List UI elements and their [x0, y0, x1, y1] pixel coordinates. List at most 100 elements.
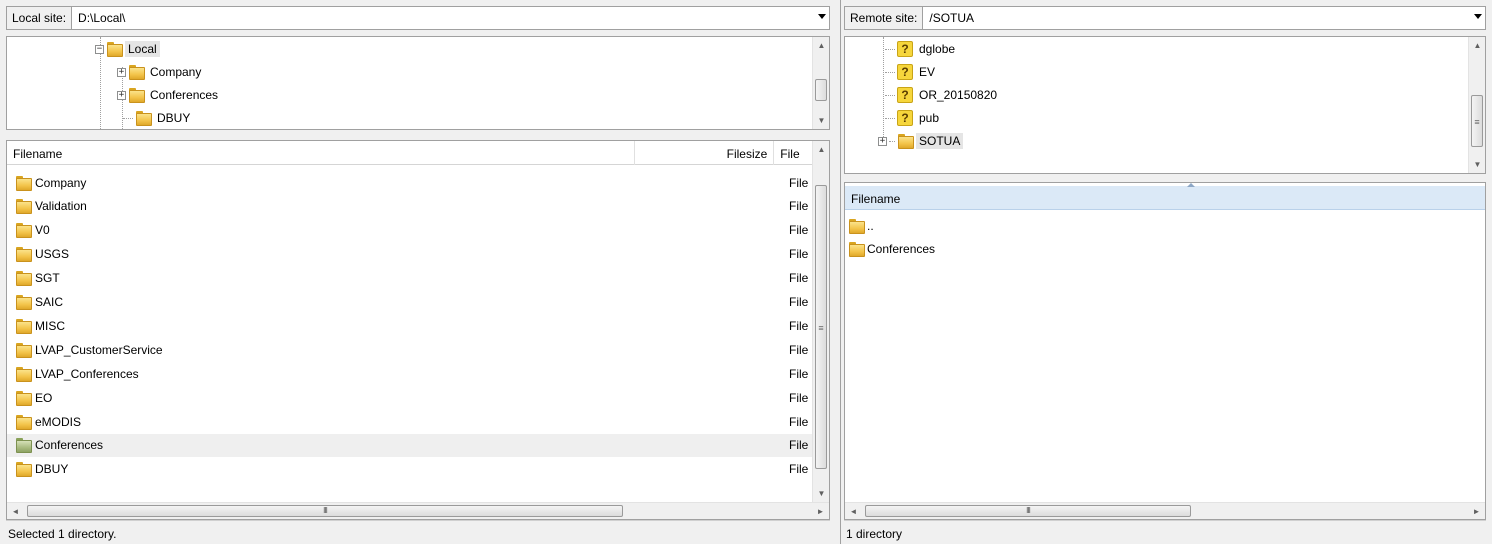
scroll-down-icon[interactable]: ▼: [813, 112, 829, 129]
file-name-cell: LVAP_Conferences: [7, 366, 139, 382]
tree-item-label: SOTUA: [916, 133, 964, 149]
table-row[interactable]: MISC File: [7, 314, 819, 337]
table-row[interactable]: EO File: [7, 386, 819, 409]
folder-icon: [15, 438, 32, 454]
file-name: MISC: [35, 318, 65, 333]
scroll-up-icon[interactable]: ▲: [1469, 37, 1485, 54]
file-name: EO: [35, 390, 53, 405]
folder-icon: [15, 295, 32, 310]
scroll-thumb[interactable]: III: [27, 505, 623, 517]
tree-item-dbuy[interactable]: DBUY: [123, 107, 193, 129]
local-directory-tree[interactable]: − Local + Company + Conferences DBUY ▲ ▼: [6, 36, 830, 130]
scroll-thumb[interactable]: ≡: [815, 185, 827, 469]
table-row[interactable]: Validation File: [7, 195, 819, 218]
grip-icon: ≡: [818, 323, 824, 333]
expand-icon[interactable]: +: [117, 67, 126, 77]
scroll-up-icon[interactable]: ▲: [813, 37, 829, 54]
folder-icon: [15, 414, 32, 430]
file-name: LVAP_CustomerService: [35, 342, 163, 357]
scroll-down-icon[interactable]: ▼: [1469, 156, 1485, 173]
table-row[interactable]: LVAP_Conferences File: [7, 362, 819, 385]
tree-item-label: Local: [125, 41, 160, 57]
file-name-cell: MISC: [7, 318, 65, 334]
remote-site-path-combo[interactable]: /SOTUA: [923, 6, 1486, 30]
local-site-path-value: D:\Local\: [78, 11, 126, 25]
local-list-hscrollbar[interactable]: ◄ III ►: [7, 502, 829, 519]
table-row[interactable]: LVAP_CustomerService File: [7, 338, 819, 361]
tree-connector: [885, 94, 895, 96]
local-list-vscrollbar[interactable]: ▲ ≡ ▼: [812, 141, 829, 502]
scroll-thumb[interactable]: III: [865, 505, 1191, 517]
scroll-right-icon[interactable]: ►: [812, 503, 829, 519]
table-row[interactable]: SGT File: [7, 267, 819, 290]
column-header-filesize[interactable]: Filesize: [635, 141, 775, 165]
table-row[interactable]: Conferences: [845, 237, 1485, 260]
scroll-up-icon[interactable]: ▲: [813, 141, 829, 158]
tree-item-dglobe[interactable]: ? dglobe: [885, 38, 958, 60]
remote-file-list[interactable]: Filename .. Conferences ◄ III ►: [844, 182, 1486, 520]
table-row[interactable]: Company File: [7, 171, 819, 194]
file-name-cell: Conferences: [7, 438, 104, 454]
remote-directory-tree[interactable]: ? dglobe ? EV ? OR_20150820 ? pub + SOTU…: [844, 36, 1486, 174]
tree-item-pub[interactable]: ? pub: [885, 107, 942, 129]
tree-connector: [885, 71, 895, 73]
scroll-left-icon[interactable]: ◄: [845, 503, 862, 519]
local-tree-vscrollbar[interactable]: ▲ ▼: [812, 37, 829, 129]
column-header-filename[interactable]: Filename: [845, 186, 1485, 210]
expand-icon[interactable]: +: [117, 90, 126, 100]
collapse-icon[interactable]: −: [95, 44, 104, 54]
folder-icon: [15, 223, 32, 239]
folder-icon: [848, 241, 865, 257]
tree-item-label: pub: [919, 111, 940, 125]
table-row[interactable]: Conferences File: [7, 433, 819, 457]
file-type: File: [789, 199, 809, 214]
tree-item-sotua[interactable]: + SOTUA: [878, 130, 964, 152]
table-row[interactable]: ..: [845, 214, 1485, 237]
table-row[interactable]: V0 File: [7, 219, 819, 242]
remote-list-hscrollbar[interactable]: ◄ III ►: [845, 502, 1485, 519]
folder-icon: [848, 218, 865, 234]
table-row[interactable]: SAIC File: [7, 291, 819, 314]
tree-item-label: Conferences: [150, 88, 219, 102]
file-name: SGT: [35, 271, 60, 286]
folder-icon: [15, 342, 32, 358]
column-header-filename[interactable]: Filename: [7, 141, 636, 165]
table-row[interactable]: DBUY File: [7, 458, 819, 481]
remote-status-text: 1 directory: [846, 527, 903, 541]
tree-item-conferences[interactable]: + Conferences: [117, 84, 221, 106]
chevron-down-icon[interactable]: [1474, 14, 1482, 19]
file-type: File: [789, 247, 809, 262]
tree-item-label: Company: [150, 65, 202, 79]
scroll-thumb[interactable]: ≡: [1471, 95, 1483, 147]
file-name-cell: LVAP_CustomerService: [7, 342, 163, 358]
table-row[interactable]: USGS File: [7, 243, 819, 266]
scroll-thumb[interactable]: [815, 79, 827, 101]
folder-icon: [128, 88, 145, 103]
folder-icon: [15, 462, 32, 478]
folder-icon: [15, 271, 32, 287]
file-name-cell: Company: [7, 175, 86, 191]
tree-item-or-20150820[interactable]: ? OR_20150820: [885, 84, 1000, 106]
file-name: eMODIS: [35, 414, 82, 429]
local-file-list[interactable]: Filename Filesize File Company File Valida…: [6, 140, 830, 520]
tree-item-local[interactable]: − Local: [95, 38, 160, 60]
file-name: Conferences: [35, 438, 104, 453]
local-list-header: Filename Filesize File: [7, 141, 812, 165]
remote-tree-vscrollbar[interactable]: ▲ ≡ ▼: [1468, 37, 1485, 173]
tree-item-company[interactable]: + Company: [117, 61, 204, 83]
table-row[interactable]: eMODIS File: [7, 410, 819, 433]
chevron-down-icon[interactable]: [818, 14, 826, 19]
file-name-cell: EO: [7, 390, 53, 406]
remote-site-bar: Remote site: /SOTUA: [844, 6, 1486, 30]
scroll-right-icon[interactable]: ►: [1468, 503, 1485, 519]
grip-icon: III: [1026, 506, 1031, 515]
local-site-path-combo[interactable]: D:\Local\: [72, 6, 830, 30]
folder-icon: [15, 318, 32, 334]
folder-icon: [135, 111, 152, 126]
expand-icon[interactable]: +: [878, 136, 887, 146]
tree-connector: [889, 140, 895, 142]
column-header-filetype[interactable]: File: [774, 141, 812, 165]
tree-item-ev[interactable]: ? EV: [885, 61, 938, 83]
scroll-down-icon[interactable]: ▼: [813, 485, 829, 502]
scroll-left-icon[interactable]: ◄: [7, 503, 24, 519]
